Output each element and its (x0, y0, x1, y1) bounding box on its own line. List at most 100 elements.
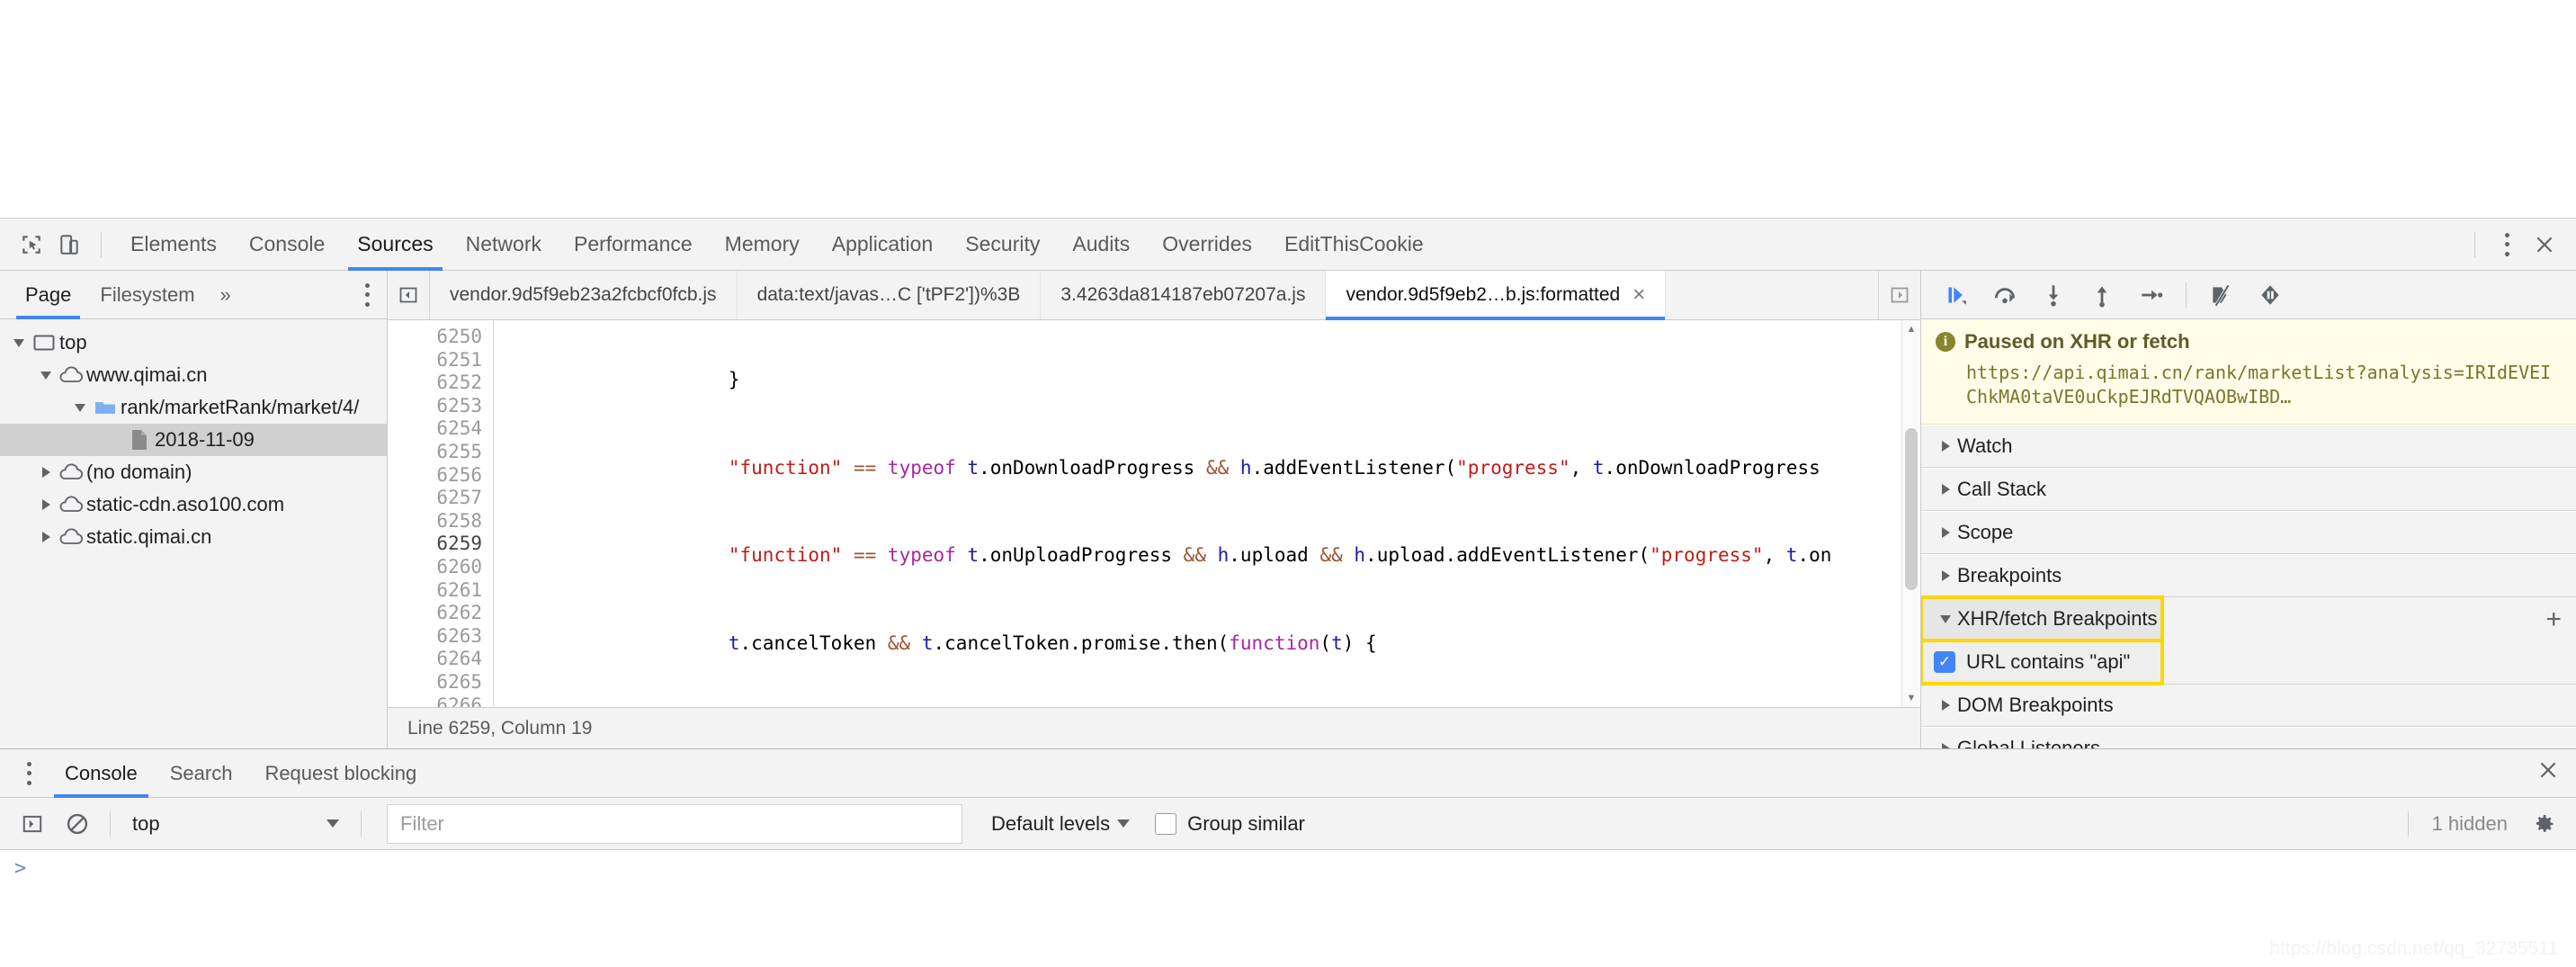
console-toolbar: top Default levels Group similar 1 hidde… (0, 798, 2576, 850)
tree-item-no-domain[interactable]: (no domain) (0, 456, 387, 488)
close-icon[interactable] (2536, 758, 2560, 788)
console-prompt[interactable]: > (0, 850, 2576, 886)
debugger-section-dom-breakpoints[interactable]: DOM Breakpoints (1921, 684, 2576, 727)
debugger-section-call-stack[interactable]: Call Stack (1921, 468, 2576, 511)
debugger-toolbar (1921, 271, 2576, 319)
drawer-tab-search[interactable]: Search (154, 749, 249, 798)
scrollbar-thumb[interactable] (1905, 428, 1918, 590)
editor-vertical-scrollbar[interactable]: ▲ ▼ (1901, 320, 1920, 707)
tab-performance-label: Performance (574, 232, 693, 255)
drawer-tab-request-blocking[interactable]: Request blocking (248, 749, 433, 798)
vertical-dots-icon[interactable] (9, 761, 49, 785)
tree-item-2018-11-09[interactable]: 2018-11-09 (0, 424, 387, 456)
device-toggle-icon[interactable] (50, 226, 88, 264)
panel-collapse-icon[interactable] (388, 271, 430, 319)
console-context-value: top (132, 811, 160, 835)
editor-tab-vendor-js[interactable]: vendor.9d5f9eb23a2fcbcf0fcb.js (430, 271, 738, 319)
tab-sources[interactable]: Sources (341, 219, 449, 271)
scroll-down-icon[interactable]: ▼ (1902, 689, 1920, 707)
console-log-levels-label: Default levels (991, 811, 1111, 835)
tab-network[interactable]: Network (450, 219, 558, 271)
console-filter-input[interactable] (398, 810, 951, 837)
xhr-breakpoint-checkbox[interactable]: ✓ (1934, 651, 1955, 673)
tree-item-static-cdn-aso100-com[interactable]: static-cdn.aso100.com (0, 488, 387, 521)
chevron-right-icon[interactable] (36, 499, 56, 510)
editor-tab-data-text-javascript[interactable]: data:text/javas…C ['tPF2'])%3B (738, 271, 1042, 319)
navigator-tab-page[interactable]: Page (11, 271, 85, 319)
vertical-dots-icon[interactable] (2488, 226, 2526, 264)
group-similar-checkbox[interactable] (1155, 812, 1177, 835)
tab-overrides[interactable]: Overrides (1146, 219, 1268, 271)
tab-sources-label: Sources (357, 232, 434, 255)
close-icon[interactable] (2526, 226, 2563, 264)
inspect-cursor-icon[interactable] (13, 226, 50, 264)
paused-banner-title-row: i Paused on XHR or fetch (1936, 330, 2562, 354)
chevron-right-icon (1934, 743, 1957, 748)
code-lines[interactable]: } "function" == typeof t.onDownloadProgr… (494, 320, 1920, 707)
line-number: 6266 (436, 694, 482, 708)
close-icon[interactable]: × (1632, 284, 1645, 306)
tab-console[interactable]: Console (233, 219, 341, 271)
step-out-button[interactable] (2080, 274, 2124, 316)
debugger-section-watch[interactable]: Watch (1921, 425, 2576, 468)
tab-memory[interactable]: Memory (709, 219, 816, 271)
editor-status-bar: Line 6259, Column 19 (388, 707, 1920, 748)
chevron-down-icon[interactable] (36, 371, 56, 380)
tab-editthiscookie[interactable]: EditThisCookie (1268, 219, 1440, 271)
navigator-tab-filesystem[interactable]: Filesystem (85, 271, 209, 319)
tab-elements[interactable]: Elements (114, 219, 233, 271)
tab-security-label: Security (965, 232, 1041, 255)
frame-icon (29, 334, 59, 352)
tree-item-top[interactable]: top (0, 327, 387, 359)
vertical-dots-icon[interactable] (347, 282, 387, 307)
scroll-up-icon[interactable]: ▲ (1902, 320, 1920, 338)
tree-item-static-qimai-cn-label: static.qimai.cn (86, 525, 212, 548)
chevron-down-icon[interactable] (70, 403, 90, 412)
chevron-down-icon[interactable] (9, 338, 29, 347)
editor-tab-vendor-js-formatted-label: vendor.9d5f9eb2…b.js:formatted (1346, 284, 1621, 305)
tab-audits[interactable]: Audits (1056, 219, 1146, 271)
tab-performance[interactable]: Performance (558, 219, 709, 271)
navigator-overflow-label: » (219, 282, 231, 306)
gear-icon[interactable] (2524, 804, 2563, 844)
line-number: 6261 (436, 578, 482, 601)
add-xhr-breakpoint-button[interactable]: + (2545, 606, 2562, 633)
devtools-main-toolbar: Elements Console Sources Network Perform… (0, 219, 2576, 271)
deactivate-breakpoints-button[interactable] (2199, 274, 2244, 316)
editor-tab-3-4263da814187eb07207a-js[interactable]: 3.4263da814187eb07207a.js (1041, 271, 1327, 319)
debugger-section-breakpoints[interactable]: Breakpoints (1921, 554, 2576, 597)
more-tabs-icon[interactable] (1878, 271, 1920, 319)
chevron-right-icon[interactable] (36, 532, 56, 542)
tree-item-www-qimai-cn[interactable]: www.qimai.cn (0, 359, 387, 391)
console-sidebar-icon[interactable] (13, 804, 52, 844)
console-log-levels-select[interactable]: Default levels (991, 811, 1131, 836)
console-output[interactable]: > https://blog.csdn.net/qq_32735511 (0, 850, 2576, 967)
tab-application[interactable]: Application (816, 219, 950, 271)
step-over-button[interactable] (1982, 274, 2027, 316)
tab-security[interactable]: Security (949, 219, 1056, 271)
folder-icon (90, 398, 121, 416)
tree-item-static-qimai-cn[interactable]: static.qimai.cn (0, 521, 387, 553)
console-context-select[interactable]: top (123, 806, 348, 842)
xhr-breakpoint-item[interactable]: ✓ URL contains "api" (1921, 639, 2164, 685)
navigator-overflow-icon[interactable]: » (210, 283, 242, 307)
editor-tab-vendor-js-label: vendor.9d5f9eb23a2fcbcf0fcb.js (450, 284, 717, 305)
tree-item-rank-marketrank[interactable]: rank/marketRank/market/4/ (0, 391, 387, 424)
debugger-section-scope[interactable]: Scope (1921, 511, 2576, 554)
chevron-right-icon[interactable] (36, 467, 56, 478)
resume-script-execution-button[interactable] (1934, 274, 1979, 316)
debugger-section-call-stack-label: Call Stack (1957, 478, 2047, 500)
debugger-section-xhr-fetch-breakpoints[interactable]: XHR/fetch Breakpoints (1921, 595, 2164, 642)
cloud-icon (56, 366, 86, 384)
editor-tab-vendor-js-formatted[interactable]: vendor.9d5f9eb2…b.js:formatted × (1326, 271, 1667, 320)
console-filter-box[interactable] (387, 803, 962, 844)
line-number: 6262 (436, 602, 482, 624)
step-button[interactable] (2128, 274, 2173, 316)
pause-on-exceptions-button[interactable] (2248, 274, 2293, 316)
drawer-tab-console[interactable]: Console (49, 749, 154, 798)
clear-console-icon[interactable] (58, 804, 97, 844)
group-similar-toggle[interactable]: Group similar (1155, 812, 1305, 836)
code-editor[interactable]: 6250 6251 6252 6253 6254 6255 6256 6257 … (388, 320, 1920, 707)
step-into-button[interactable] (2031, 274, 2076, 316)
debugger-section-global-listeners[interactable]: Global Listeners (1921, 727, 2576, 748)
